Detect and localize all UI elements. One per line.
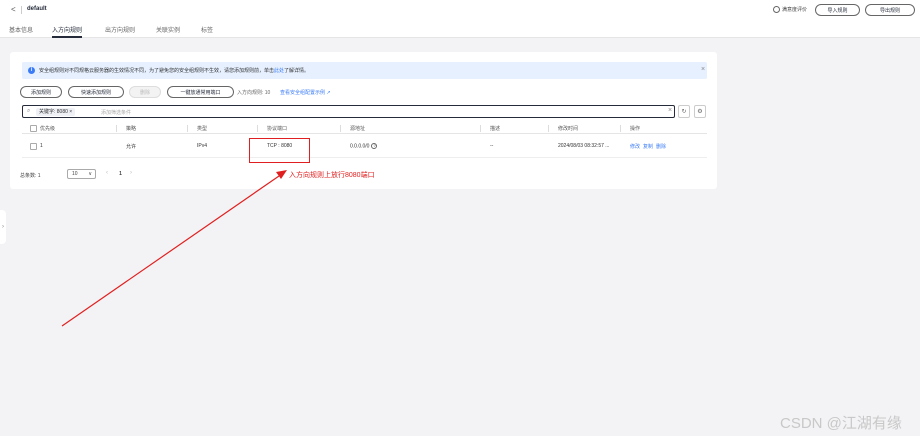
column-source[interactable]: 源地址: [350, 125, 365, 132]
feedback-label: 满意度评价: [782, 7, 808, 13]
tab-outbound-rules[interactable]: 出方向规则: [105, 25, 135, 34]
rule-count: 入方向规则: 10: [237, 90, 271, 96]
row-checkbox[interactable]: [30, 143, 37, 150]
column-divider: [620, 125, 621, 132]
import-rules-button[interactable]: 导入规则: [815, 4, 860, 16]
delete-button[interactable]: 删除: [129, 86, 161, 98]
rules-card: i 安全组规则对不同规格云服务器的生效情况不同，为了避免您的安全组规则不生效，请…: [10, 52, 717, 189]
tab-bar: 基本信息 入方向规则 出方向规则 关联实例 标签: [0, 20, 920, 38]
column-divider: [187, 125, 188, 132]
help-icon[interactable]: ?: [371, 143, 378, 149]
back-icon[interactable]: <: [11, 5, 16, 14]
column-type[interactable]: 类型: [197, 125, 207, 132]
cell-description: --: [490, 143, 494, 149]
page-size-select[interactable]: 10 ∨: [67, 169, 96, 179]
notice-text: 安全组规则对不同规格云服务器的生效情况不同，为了避免您的安全组规则不生效，请您添…: [39, 68, 310, 74]
column-policy[interactable]: 策略: [126, 125, 136, 132]
cell-policy: 允许: [126, 144, 137, 150]
column-description[interactable]: 描述: [490, 125, 500, 132]
prev-page-icon[interactable]: ‹: [106, 170, 108, 176]
tab-tags[interactable]: 标签: [201, 25, 213, 34]
table-row: 1 允许 IPv4 TCP : 8080 0.0.0.0/0? -- 2024/…: [22, 134, 707, 158]
search-icon: ⌕: [27, 108, 31, 114]
side-expand-icon[interactable]: ›: [0, 210, 6, 244]
cell-modified-time: 2024/08/03 08:32:57 ...: [558, 143, 610, 149]
refresh-icon[interactable]: ↻: [678, 105, 690, 118]
cell-priority: 1: [40, 143, 43, 149]
cell-actions: 修改 复制 删除: [630, 143, 669, 150]
modify-link[interactable]: 修改: [630, 144, 640, 150]
export-rules-button[interactable]: 导出规则: [865, 4, 915, 16]
column-actions: 操作: [630, 126, 641, 132]
cell-type: IPv4: [197, 143, 208, 149]
breadcrumb-security-group: default: [27, 6, 47, 12]
annotation-text: 入方向规则上放行8080端口: [289, 172, 375, 179]
column-protocol-port[interactable]: 协议端口: [267, 125, 287, 132]
tab-inbound-rules[interactable]: 入方向规则: [52, 25, 83, 38]
filter-chip[interactable]: 关键字: 8080 ×: [36, 108, 76, 116]
info-icon: i: [28, 67, 35, 74]
copy-link[interactable]: 复制: [643, 144, 653, 150]
delete-link[interactable]: 删除: [656, 144, 666, 150]
close-icon[interactable]: ×: [701, 66, 705, 73]
feedback-link[interactable]: 满意度评价: [773, 6, 807, 13]
annotation-highlight-box: [249, 138, 310, 163]
chip-remove-icon[interactable]: ×: [69, 109, 72, 115]
notice-link[interactable]: 此处: [274, 68, 284, 74]
external-link-icon: ↗: [326, 90, 331, 96]
next-page-icon[interactable]: ›: [130, 170, 132, 176]
watermark: CSDN @江湖有缘: [780, 415, 902, 432]
chevron-down-icon: ∨: [88, 171, 92, 177]
cell-source: 0.0.0.0/0?: [350, 143, 378, 150]
column-priority[interactable]: 优先级: [40, 125, 55, 132]
info-notice: i 安全组规则对不同规格云服务器的生效情况不同，为了避免您的安全组规则不生效，请…: [22, 62, 707, 79]
clear-icon[interactable]: ×: [668, 107, 672, 114]
column-divider: [116, 125, 117, 132]
table-header: 优先级 策略 类型 协议端口 源地址 描述 修改时间 操作: [22, 123, 707, 134]
column-modified-time[interactable]: 修改时间: [558, 125, 578, 132]
search-filter[interactable]: ⌕ 关键字: 8080 × 添加筛选条件 ×: [22, 105, 675, 118]
tab-basic-info[interactable]: 基本信息: [9, 25, 33, 34]
filter-placeholder: 添加筛选条件: [101, 110, 132, 116]
smile-icon: [773, 6, 780, 13]
settings-icon[interactable]: ⚙: [694, 105, 706, 118]
select-all-checkbox[interactable]: [30, 125, 37, 132]
top-header: < default 满意度评价 导入规则 导出规则: [0, 0, 920, 20]
column-divider: [548, 125, 549, 132]
open-common-ports-button[interactable]: 一键放通常用端口: [167, 86, 234, 98]
quick-add-rule-button[interactable]: 快速添加规则: [68, 86, 124, 98]
column-divider: [340, 125, 341, 132]
header-divider: [21, 6, 22, 14]
column-divider: [480, 125, 481, 132]
add-rule-button[interactable]: 添加规则: [20, 86, 62, 98]
column-divider: [257, 125, 258, 132]
page-number[interactable]: 1: [116, 169, 125, 179]
tab-associated-instances[interactable]: 关联实例: [156, 25, 180, 34]
config-example-link[interactable]: 查看安全组配置示例 ↗: [280, 89, 331, 96]
total-count: 总条数: 1: [20, 173, 41, 179]
